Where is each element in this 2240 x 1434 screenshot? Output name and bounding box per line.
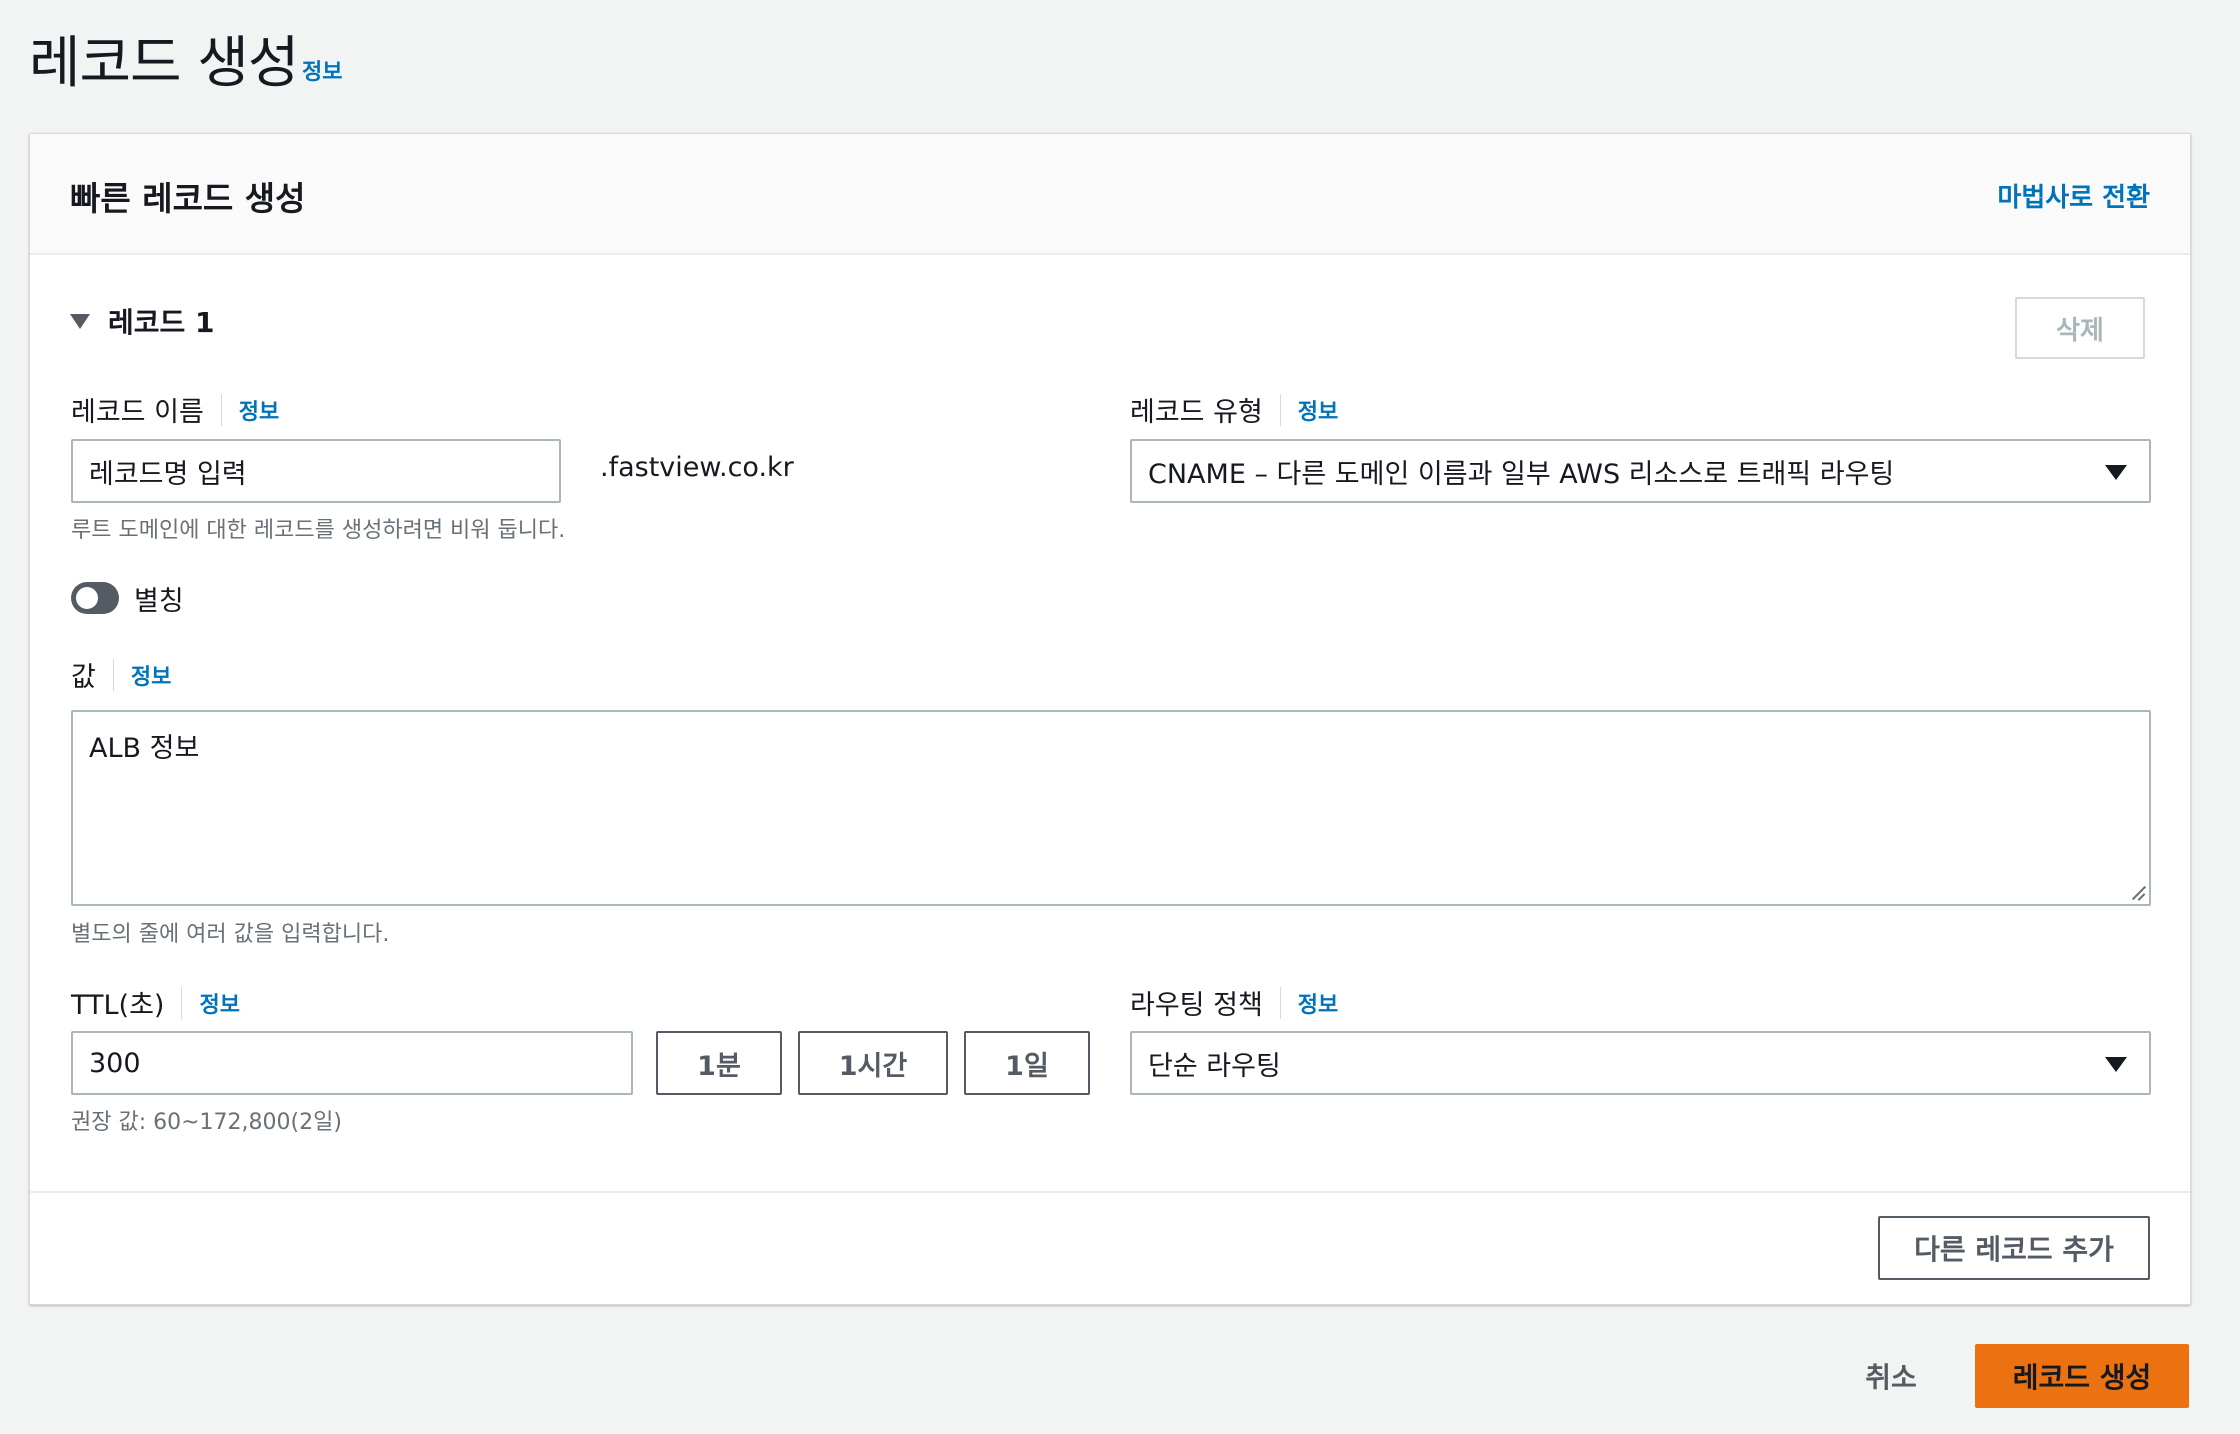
card-footer-divider: [30, 1191, 2190, 1193]
ttl-input[interactable]: 300: [71, 1031, 633, 1095]
page-title: 레코드 생성: [29, 31, 299, 96]
ttl-label-row: TTL(초) 정보: [71, 983, 240, 1022]
ttl-hint: 권장 값: 60~172,800(2일): [71, 1110, 342, 1135]
dropdown-arrow-icon: [2105, 1057, 2127, 1072]
alias-toggle[interactable]: [71, 582, 119, 614]
ttl-1hour-button[interactable]: 1시간: [798, 1031, 948, 1095]
quick-create-card: 빠른 레코드 생성 마법사로 전환 레코드 1 삭제 레코드 이름 정보 레코드…: [29, 133, 2191, 1305]
record-name-info-link[interactable]: 정보: [239, 394, 279, 426]
record-name-input[interactable]: 레코드명 입력: [71, 439, 561, 503]
toggle-knob: [76, 587, 98, 609]
card-header: [30, 134, 2190, 255]
record-name-label-row: 레코드 이름 정보: [71, 390, 279, 429]
record-type-info-link[interactable]: 정보: [1298, 394, 1338, 426]
label-divider: [220, 393, 222, 426]
value-label: 값: [71, 662, 96, 693]
record-name-hint: 루트 도메인에 대한 레코드를 생성하려면 비워 둡니다.: [71, 518, 566, 543]
value-label-row: 값 정보: [71, 655, 171, 694]
domain-suffix: .fastview.co.kr: [600, 452, 794, 483]
caret-down-icon: [70, 313, 90, 329]
create-records-button[interactable]: 레코드 생성: [1975, 1344, 2189, 1408]
routing-policy-select[interactable]: 단순 라우팅: [1130, 1031, 2151, 1095]
ttl-info-link[interactable]: 정보: [199, 987, 239, 1019]
routing-info-link[interactable]: 정보: [1298, 987, 1338, 1019]
record-type-label-row: 레코드 유형 정보: [1130, 390, 1338, 429]
card-title: 빠른 레코드 생성: [70, 179, 306, 218]
ttl-1day-button[interactable]: 1일: [964, 1031, 1090, 1095]
value-info-link[interactable]: 정보: [131, 659, 171, 691]
resize-handle-icon[interactable]: [2131, 886, 2145, 900]
label-divider: [112, 658, 114, 691]
value-hint: 별도의 줄에 여러 값을 입력합니다.: [71, 922, 390, 947]
value-text: ALB 정보: [89, 733, 200, 764]
routing-label-row: 라우팅 정책 정보: [1130, 983, 1338, 1022]
switch-to-wizard-link[interactable]: 마법사로 전환: [1997, 177, 2150, 214]
label-divider: [181, 986, 183, 1019]
ttl-1min-button[interactable]: 1분: [656, 1031, 782, 1095]
record-name-label: 레코드 이름: [71, 397, 204, 428]
alias-label: 별칭: [134, 586, 184, 617]
record-type-select[interactable]: CNAME – 다른 도메인 이름과 일부 AWS 리소스로 트래픽 라우팅: [1130, 439, 2151, 503]
page-info-link[interactable]: 정보: [302, 54, 342, 86]
routing-policy-value: 단순 라우팅: [1148, 1050, 1281, 1082]
record-type-label: 레코드 유형: [1130, 397, 1263, 428]
ttl-label: TTL(초): [71, 990, 165, 1021]
dropdown-arrow-icon: [2105, 465, 2127, 480]
value-textarea[interactable]: ALB 정보: [71, 710, 2151, 906]
record-type-value: CNAME – 다른 도메인 이름과 일부 AWS 리소스로 트래픽 라우팅: [1148, 458, 1895, 490]
label-divider: [1279, 393, 1281, 426]
routing-label: 라우팅 정책: [1130, 990, 1263, 1021]
label-divider: [1279, 986, 1281, 1019]
record-header-label: 레코드 1: [108, 306, 215, 339]
record-expander[interactable]: 레코드 1: [70, 301, 215, 341]
add-another-record-button[interactable]: 다른 레코드 추가: [1878, 1216, 2150, 1280]
cancel-button[interactable]: 취소: [1840, 1344, 1942, 1408]
delete-record-button[interactable]: 삭제: [2015, 297, 2145, 359]
